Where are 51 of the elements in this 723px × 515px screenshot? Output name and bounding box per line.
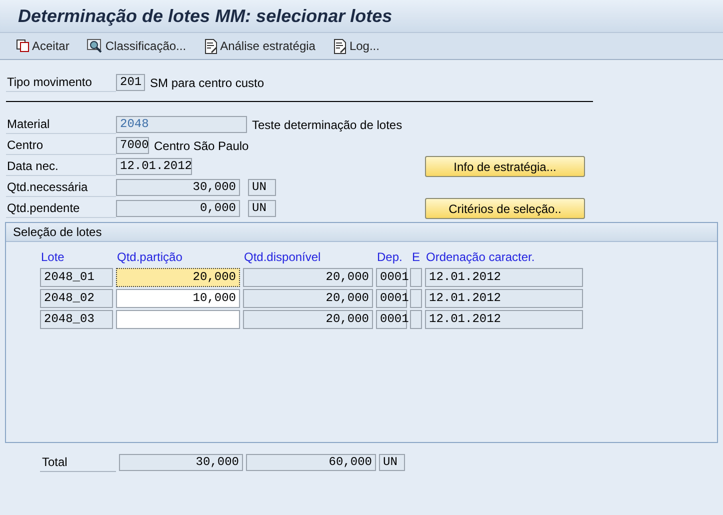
- input-field[interactable]: 2048_01: [40, 268, 113, 287]
- toolbar-button[interactable]: Log...: [331, 38, 382, 54]
- input-field[interactable]: UN: [248, 179, 276, 196]
- column-header: Lote: [40, 250, 66, 264]
- input-field[interactable]: [410, 268, 422, 287]
- field-description: Centro São Paulo: [154, 138, 249, 152]
- input-field[interactable]: [410, 289, 422, 308]
- column-header: Dep.: [376, 250, 404, 264]
- input-field[interactable]: 12.01.2012: [425, 310, 583, 329]
- field-description: Teste determinação de lotes: [252, 118, 402, 132]
- column-header: Ordenação caracter.: [425, 250, 536, 264]
- input-field[interactable]: UN: [379, 454, 405, 470]
- input-field[interactable]: 0001: [376, 310, 407, 329]
- input-field[interactable]: 0001: [376, 289, 407, 308]
- input-field[interactable]: 12.01.2012: [116, 158, 192, 175]
- magnifier-icon: [87, 39, 104, 53]
- toolbar-button[interactable]: Análise estratégia: [202, 38, 318, 54]
- column-header: E: [411, 250, 422, 264]
- document-icon: [333, 38, 348, 54]
- window-title: Determinação de lotes MM: selecionar lotes: [18, 6, 392, 26]
- column-header: Qtd.disponível: [243, 250, 322, 264]
- toolbar-button[interactable]: Classificação...: [85, 38, 188, 54]
- document-icon: [204, 38, 218, 54]
- input-field[interactable]: 30,000: [116, 179, 240, 196]
- input-field[interactable]: 201: [116, 74, 145, 91]
- input-field[interactable]: 7000: [116, 137, 149, 154]
- input-field[interactable]: 0,000: [116, 200, 240, 217]
- total-label: Total: [40, 452, 116, 472]
- action-button[interactable]: Info de estratégia...: [425, 156, 585, 177]
- input-field[interactable]: 20,000: [243, 268, 373, 287]
- group-title: Seleção de lotes: [6, 223, 717, 242]
- input-field[interactable]: 0001: [376, 268, 407, 287]
- input-field[interactable]: 12.01.2012: [425, 289, 583, 308]
- input-field[interactable]: 2048_03: [40, 310, 113, 329]
- input-field[interactable]: 20,000: [116, 268, 240, 287]
- input-field[interactable]: 20,000: [243, 310, 373, 329]
- action-button[interactable]: Critérios de seleção..: [425, 198, 585, 219]
- input-field[interactable]: [116, 310, 240, 329]
- copy-icon: [16, 39, 30, 53]
- input-field[interactable]: 2048_02: [40, 289, 113, 308]
- field-description: SM para centro custo: [150, 76, 264, 90]
- input-field[interactable]: 20,000: [243, 289, 373, 308]
- input-field[interactable]: 2048: [116, 116, 247, 133]
- input-field[interactable]: UN: [248, 200, 276, 217]
- toolbar-button[interactable]: Aceitar: [14, 38, 72, 54]
- input-field[interactable]: 60,000: [246, 454, 376, 470]
- input-field[interactable]: 30,000: [119, 454, 243, 470]
- input-field[interactable]: 10,000: [116, 289, 240, 308]
- input-field[interactable]: [410, 310, 422, 329]
- column-header: Qtd.partição: [116, 250, 184, 264]
- input-field[interactable]: 12.01.2012: [425, 268, 583, 287]
